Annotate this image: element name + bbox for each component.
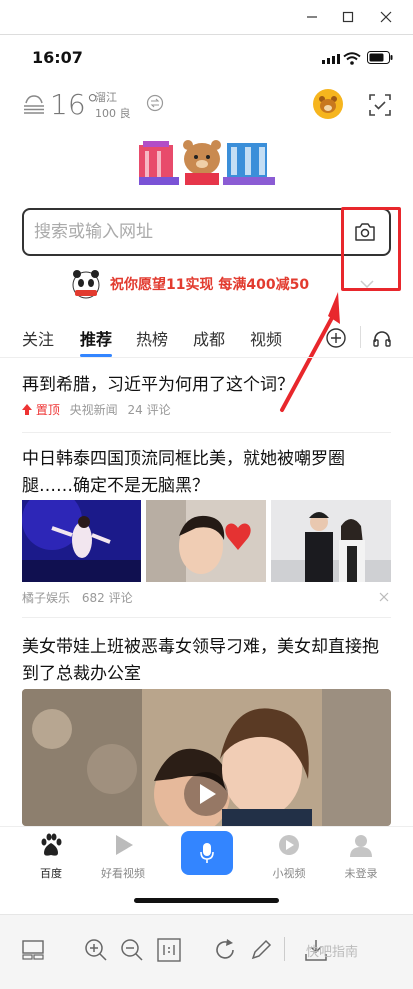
- news-comments: 682 评论: [81, 591, 133, 605]
- layout-button[interactable]: [20, 937, 46, 963]
- news-meta: 置顶 央视新闻 24 评论: [22, 401, 171, 418]
- feed-divider: [22, 617, 391, 618]
- bear-mascot-icon: [319, 96, 337, 113]
- nav-home[interactable]: 百度: [11, 833, 91, 881]
- arrow-up-icon: [22, 404, 32, 415]
- dismiss-icon[interactable]: [379, 592, 389, 602]
- portrait-photo-image: [146, 500, 266, 582]
- nav-label: 未登录: [344, 867, 378, 880]
- tab-video[interactable]: 视频: [250, 326, 282, 350]
- layout-icon: [22, 940, 44, 960]
- temperature: 16°: [50, 88, 100, 121]
- nav-haokan-video[interactable]: 好看视频: [83, 833, 163, 881]
- close-icon: [380, 11, 392, 23]
- tab-city[interactable]: 成都: [193, 326, 225, 350]
- promo-text: 祝你愿望11实现 每满400减50: [110, 277, 310, 293]
- rotate-button[interactable]: [212, 937, 238, 963]
- tab-divider: [360, 326, 361, 348]
- window-titlebar: [0, 0, 413, 34]
- close-window-button[interactable]: [372, 4, 400, 30]
- wifi-icon: [343, 52, 361, 65]
- search-input[interactable]: [34, 218, 334, 246]
- watermark: 快吧指南: [306, 945, 359, 960]
- home-indicator: [134, 898, 279, 903]
- news-meta: 橘子娱乐 682 评论: [22, 589, 133, 606]
- tab-hot[interactable]: 热榜: [136, 326, 168, 350]
- zoom-out-button[interactable]: [119, 937, 145, 963]
- headphones-icon[interactable]: [372, 329, 392, 347]
- zoom-in-button[interactable]: [83, 937, 109, 963]
- news-comments: 24 评论: [127, 403, 171, 417]
- nav-label: 小视频: [272, 867, 306, 880]
- news-title[interactable]: 再到希腊，习近平为何用了这个词？: [22, 372, 391, 399]
- voice-search-button[interactable]: [181, 831, 233, 875]
- video-thumbnail[interactable]: [22, 689, 391, 826]
- annotate-button[interactable]: [248, 937, 274, 963]
- pinned-label: 置顶: [35, 403, 60, 417]
- nav-profile[interactable]: 未登录: [321, 833, 401, 881]
- status-time: 16:07: [32, 48, 83, 67]
- promo-strip[interactable]: 祝你愿望11实现 每满400减50: [70, 266, 309, 302]
- channel-tabs: 关注 推荐 热榜 成都 视频: [0, 322, 413, 358]
- short-video-icon: [279, 835, 299, 855]
- maximize-icon: [342, 11, 354, 23]
- news-title[interactable]: 中日韩泰四国顶流同框比美，就她被嘲罗圈腿……确定不是无脑黑？: [22, 446, 391, 500]
- weather-city: 溜江: [95, 91, 117, 104]
- status-bar: 16:07: [0, 34, 413, 78]
- chevron-down-icon[interactable]: [360, 280, 374, 288]
- news-thumbnail[interactable]: [22, 500, 141, 582]
- actual-size-icon: [157, 938, 181, 962]
- news-thumbnail[interactable]: [146, 500, 266, 582]
- maximize-button[interactable]: [334, 4, 362, 30]
- news-thumbnail[interactable]: [271, 500, 391, 582]
- user-icon: [350, 835, 372, 857]
- couple-photo-image: [271, 500, 391, 582]
- haze-weather-icon: [24, 95, 44, 114]
- battery-icon: [367, 51, 393, 64]
- active-tab-indicator: [80, 354, 112, 357]
- pencil-icon: [251, 939, 272, 960]
- zoom-out-icon: [121, 939, 143, 961]
- mascot-avatar[interactable]: [313, 89, 343, 119]
- actual-size-button[interactable]: [156, 937, 182, 963]
- news-source: 橘子娱乐: [22, 591, 71, 605]
- toolbar-divider: [284, 937, 285, 961]
- microphone-icon: [200, 843, 214, 863]
- promo-banner-illustration[interactable]: [135, 137, 277, 187]
- air-quality: 100 良: [95, 105, 131, 121]
- video-still-image: [22, 689, 391, 826]
- pinned-tag: 置顶: [22, 403, 64, 417]
- minimize-icon: [307, 16, 317, 18]
- scan-icon[interactable]: [369, 94, 391, 116]
- news-title[interactable]: 美女带娃上班被恶毒女领导刁难，美女却直接抱到了总裁办公室: [22, 634, 391, 688]
- tab-follow[interactable]: 关注: [22, 326, 54, 350]
- concert-photo-image: [22, 500, 141, 582]
- baidu-paw-icon: [41, 833, 62, 856]
- tab-recommend[interactable]: 推荐: [80, 326, 112, 350]
- zoom-in-icon: [85, 939, 107, 961]
- search-box[interactable]: [22, 208, 391, 256]
- aqi-value: 100: [95, 107, 116, 120]
- minimize-button[interactable]: [298, 4, 326, 30]
- cellular-signal-icon: [322, 54, 340, 64]
- panda-mascot-icon: [72, 270, 100, 299]
- nav-short-video[interactable]: 小视频: [249, 833, 329, 881]
- feed-divider: [22, 432, 391, 433]
- news-source: 央视新闻: [69, 403, 118, 417]
- aqi-level: 良: [119, 107, 131, 120]
- rotate-icon: [216, 939, 234, 959]
- play-video-icon: [116, 835, 133, 855]
- add-channel-icon[interactable]: [326, 328, 346, 348]
- emulator-toolbar: 快吧指南: [0, 914, 413, 989]
- bottom-nav: 百度 好看视频 小视频 未登录: [0, 826, 413, 904]
- switch-icon[interactable]: [146, 94, 164, 112]
- annotation-highlight-box: [341, 207, 401, 291]
- nav-label: 百度: [40, 867, 62, 880]
- nav-label: 好看视频: [101, 867, 145, 880]
